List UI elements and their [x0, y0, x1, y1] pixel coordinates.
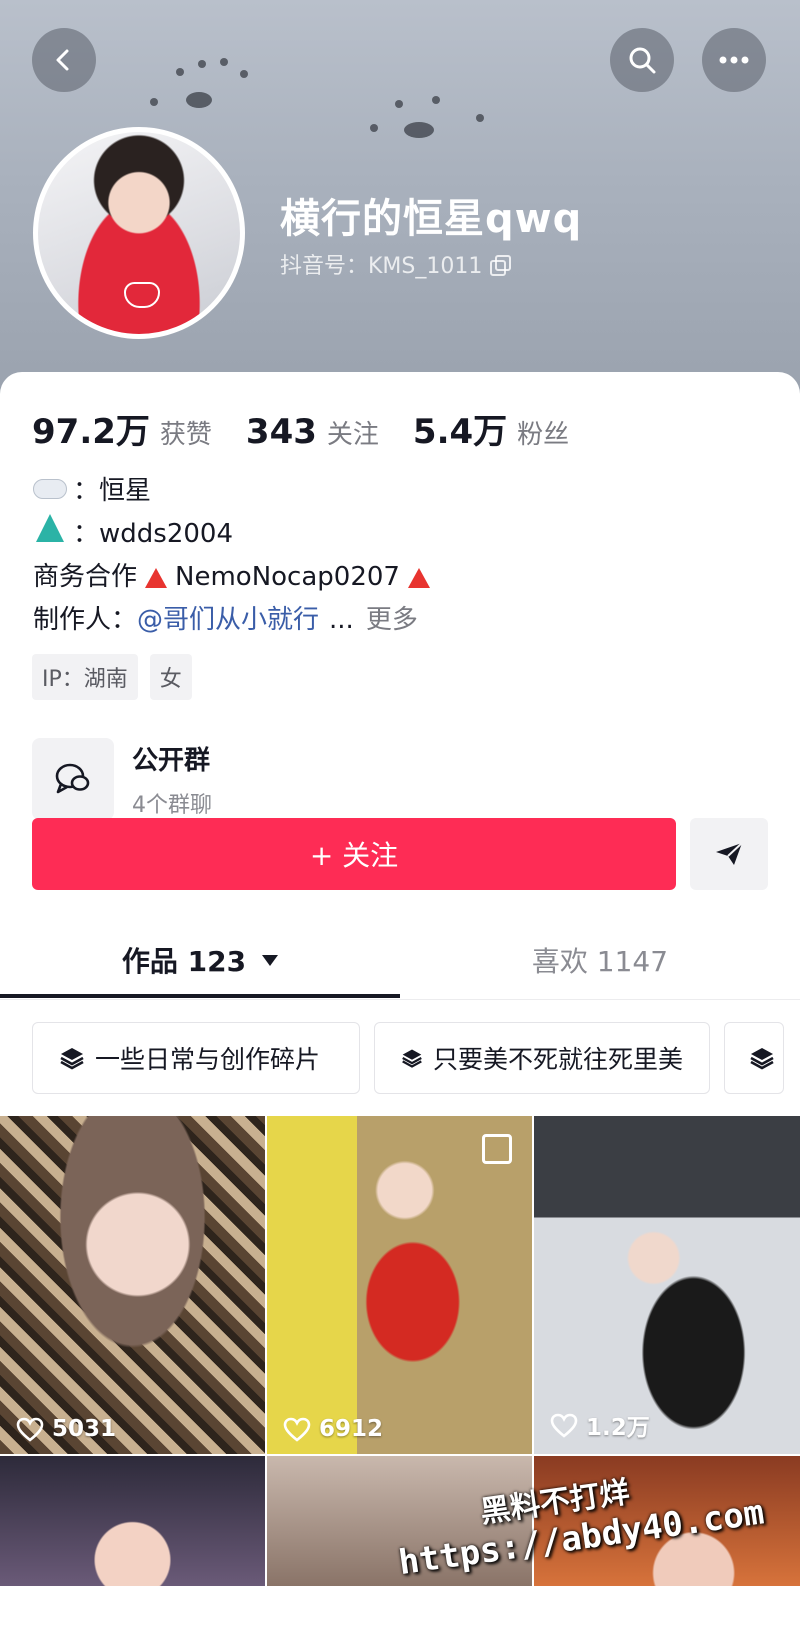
bio-line: ：恒星: [33, 470, 438, 513]
bio-line: 商务合作 NemoNocap0207: [33, 556, 438, 599]
profile-header: 横行的恒星qwq 抖音号：KMS_1011: [0, 0, 800, 400]
heart-icon: [283, 1417, 311, 1442]
paw-print-decoration: [476, 114, 484, 122]
video-thumbnail[interactable]: 5031: [0, 1116, 265, 1454]
tab-label: 喜欢 1147: [531, 945, 669, 978]
tab-label: 作品 123: [121, 945, 247, 978]
paw-print-decoration: [240, 70, 248, 78]
paw-print-decoration: [176, 68, 184, 76]
stat-likes[interactable]: 97.2万 获赞: [32, 404, 212, 453]
collection-chip[interactable]: 一些日常与创作碎片: [32, 1022, 360, 1094]
bio-text: 商务合作: [33, 562, 138, 592]
paw-print-decoration: [220, 58, 228, 66]
video-thumbnail[interactable]: 6912: [267, 1116, 532, 1454]
red-triangle-icon: [407, 567, 430, 588]
heart-icon: [550, 1413, 578, 1438]
bio-text: 制作人：: [33, 605, 138, 635]
layers-icon: [750, 1048, 774, 1070]
layers-icon: [402, 1049, 422, 1068]
stats-row: 97.2万 获赞 343 关注 5.4万 粉丝: [32, 404, 569, 453]
bio-line: ：wdds2004: [33, 513, 438, 556]
stat-label: 获赞: [159, 420, 212, 450]
douyin-id-row[interactable]: 抖音号：KMS_1011: [280, 248, 512, 280]
layers-icon: [60, 1048, 84, 1070]
bio-ellipsis: ...: [329, 605, 354, 635]
paw-print-decoration: [404, 122, 434, 138]
group-icon-box: [32, 738, 114, 820]
paw-print-decoration: [432, 96, 440, 104]
tag-gender: 女: [149, 654, 192, 700]
more-link[interactable]: 更多: [366, 599, 418, 642]
avatar-heart-decoration: [124, 282, 160, 308]
back-button[interactable]: [32, 28, 96, 92]
collection-chip[interactable]: 只要美不死就往死里美: [374, 1022, 710, 1094]
dress-icon: [33, 513, 67, 556]
heart-icon: [16, 1417, 44, 1442]
group-subtitle: 4个群聊: [132, 792, 212, 818]
like-count: 5031: [16, 1416, 116, 1442]
cloud-icon: [33, 470, 67, 513]
collection-chip[interactable]: [724, 1022, 784, 1094]
chat-icon: [55, 763, 90, 794]
search-button[interactable]: [610, 28, 674, 92]
multi-image-icon: [482, 1134, 512, 1164]
share-icon: [716, 842, 743, 865]
paw-print-decoration: [395, 100, 403, 108]
search-icon: [629, 47, 656, 74]
paw-print-decoration: [370, 124, 378, 132]
tab-likes[interactable]: 喜欢 1147: [400, 920, 800, 1000]
bio-text: ：恒星: [73, 476, 152, 506]
back-icon: [56, 49, 69, 71]
active-tab-indicator: [0, 994, 400, 998]
group-title: 公开群: [132, 745, 211, 776]
tab-works[interactable]: 作品 123: [0, 920, 400, 1000]
stat-label: 粉丝: [517, 420, 570, 450]
stat-value: 343: [245, 412, 317, 452]
copy-icon[interactable]: [490, 255, 512, 276]
avatar[interactable]: [33, 127, 245, 339]
profile-name: 横行的恒星qwq: [280, 196, 583, 242]
paw-print-decoration: [150, 98, 158, 106]
like-count-text: 1.2万: [586, 1415, 650, 1441]
tag-row: IP：湖南 女: [32, 654, 192, 700]
group-text: 公开群 4个群聊: [132, 740, 212, 819]
stat-value: 5.4万: [412, 412, 508, 452]
collection-label: 只要美不死就往死里美: [432, 1045, 683, 1074]
like-count: 6912: [283, 1416, 383, 1442]
caret-down-icon: [262, 954, 279, 966]
content-tabs: 作品 123 喜欢 1147: [0, 920, 800, 1000]
video-thumbnail[interactable]: [0, 1456, 265, 1586]
like-count: 1.2万: [550, 1408, 650, 1442]
paw-print-decoration: [186, 92, 212, 108]
bio-text: NemoNocap0207: [175, 562, 400, 592]
bio-line: 制作人： @哥们从小就行 ... 更多: [33, 599, 438, 642]
video-thumbnail[interactable]: 1.2万: [534, 1116, 800, 1454]
collection-label: 一些日常与创作碎片: [95, 1045, 321, 1074]
more-button[interactable]: [702, 28, 766, 92]
paw-print-decoration: [198, 60, 206, 68]
douyin-id: 抖音号：KMS_1011: [280, 254, 483, 279]
stat-followers[interactable]: 5.4万 粉丝: [413, 404, 569, 453]
red-triangle-icon: [145, 567, 168, 588]
mention-link[interactable]: @哥们从小就行: [137, 599, 319, 642]
stat-label: 关注: [326, 420, 379, 450]
share-button[interactable]: [690, 818, 768, 890]
follow-button[interactable]: + 关注: [32, 818, 676, 890]
collection-row: 一些日常与创作碎片 只要美不死就往死里美: [32, 1022, 784, 1094]
bio-text: ：wdds2004: [73, 519, 233, 549]
tag-ip: IP：湖南: [32, 654, 138, 700]
like-count-text: 6912: [319, 1416, 384, 1442]
stat-following[interactable]: 343 关注: [246, 412, 379, 452]
like-count-text: 5031: [52, 1416, 117, 1442]
bio: ：恒星 ：wdds2004 商务合作 NemoNocap0207 制作人： @哥…: [33, 470, 438, 642]
public-group-entry[interactable]: 公开群 4个群聊: [32, 738, 212, 820]
stat-value: 97.2万: [32, 412, 150, 452]
more-icon: [719, 56, 749, 64]
